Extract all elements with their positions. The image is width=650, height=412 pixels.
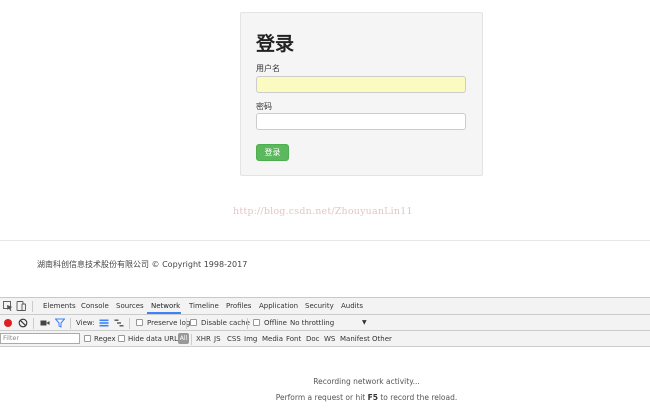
recording-message: Recording network activity... bbox=[313, 377, 420, 386]
filter-type-js[interactable]: JS bbox=[214, 335, 221, 343]
login-title: 登录 bbox=[256, 33, 295, 55]
filter-type-xhr[interactable]: XHR bbox=[196, 335, 211, 343]
password-label: 密码 bbox=[256, 102, 272, 111]
large-rows-icon[interactable] bbox=[99, 318, 109, 328]
hide-data-urls-checkbox[interactable] bbox=[118, 335, 125, 342]
clear-icon[interactable] bbox=[18, 318, 28, 328]
toolbar-separator bbox=[129, 318, 130, 329]
regex-checkbox[interactable] bbox=[84, 335, 91, 342]
regex-label: Regex bbox=[94, 335, 116, 343]
offline-checkbox[interactable] bbox=[253, 319, 260, 326]
toolbar-separator bbox=[70, 318, 71, 329]
active-tab-indicator bbox=[147, 312, 181, 314]
page-viewport: 登录 用户名 密码 登录 http://blog.csdn.net/Zhouyu… bbox=[0, 0, 650, 297]
waterfall-overview-icon[interactable] bbox=[114, 318, 124, 328]
username-input[interactable] bbox=[256, 76, 466, 93]
disable-cache-label: Disable cache bbox=[201, 319, 250, 327]
filter-type-manifest[interactable]: Manifest bbox=[340, 335, 370, 343]
login-panel: 登录 用户名 密码 登录 bbox=[240, 12, 483, 176]
network-toolbar: View: Preserve log Disable cache Offline… bbox=[0, 315, 650, 331]
tab-elements[interactable]: Elements bbox=[43, 302, 76, 310]
reload-hint: Perform a request or hit F5 to record th… bbox=[0, 393, 650, 402]
toolbar-separator bbox=[186, 318, 187, 329]
record-icon[interactable] bbox=[4, 319, 12, 327]
login-button[interactable]: 登录 bbox=[256, 144, 289, 161]
toolbar-separator bbox=[32, 301, 33, 312]
filter-type-font[interactable]: Font bbox=[286, 335, 301, 343]
capture-screenshots-icon[interactable] bbox=[40, 318, 50, 328]
chevron-down-icon[interactable]: ▼ bbox=[362, 319, 367, 326]
filter-input[interactable]: Filter bbox=[0, 333, 80, 344]
reload-hint-prefix: Perform a request or hit bbox=[275, 393, 368, 402]
filter-type-img[interactable]: Img bbox=[244, 335, 257, 343]
inspect-element-icon[interactable] bbox=[3, 301, 13, 311]
disable-cache-checkbox[interactable] bbox=[190, 319, 197, 326]
username-label: 用户名 bbox=[256, 64, 280, 73]
filter-icon[interactable] bbox=[55, 318, 65, 328]
view-label: View: bbox=[76, 319, 95, 327]
tab-audits[interactable]: Audits bbox=[341, 302, 363, 310]
device-toolbar-icon[interactable] bbox=[16, 301, 26, 311]
devtools-tabbar: Elements Console Sources Network Timelin… bbox=[0, 298, 650, 315]
watermark: http://blog.csdn.net/ZhouyuanLin11 bbox=[233, 206, 413, 217]
offline-label: Offline bbox=[264, 319, 287, 327]
preserve-log-checkbox[interactable] bbox=[136, 319, 143, 326]
tab-network[interactable]: Network bbox=[151, 302, 180, 310]
tab-application[interactable]: Application bbox=[259, 302, 298, 310]
toolbar-separator bbox=[247, 318, 248, 329]
footer-copyright: 湖南科创信息技术股份有限公司 © Copyright 1998-2017 bbox=[37, 260, 248, 269]
footer-divider bbox=[0, 240, 650, 241]
filter-type-other[interactable]: Other bbox=[372, 335, 392, 343]
tab-security[interactable]: Security bbox=[305, 302, 334, 310]
throttling-select[interactable]: No throttling bbox=[290, 319, 334, 327]
password-input[interactable] bbox=[256, 113, 466, 130]
reload-hint-suffix: to record the reload. bbox=[377, 393, 458, 402]
filter-type-all[interactable]: All bbox=[178, 333, 189, 344]
hide-data-urls-label: Hide data URLs bbox=[128, 335, 182, 343]
network-filterbar: Filter Regex Hide data URLs All XHR JS C… bbox=[0, 331, 650, 347]
tab-profiles[interactable]: Profiles bbox=[226, 302, 251, 310]
tab-timeline[interactable]: Timeline bbox=[189, 302, 219, 310]
filter-type-media[interactable]: Media bbox=[262, 335, 283, 343]
reload-hint-key: F5 bbox=[367, 393, 378, 402]
tab-console[interactable]: Console bbox=[81, 302, 109, 310]
filter-type-doc[interactable]: Doc bbox=[306, 335, 320, 343]
toolbar-separator bbox=[191, 334, 192, 345]
devtools-panel: Elements Console Sources Network Timelin… bbox=[0, 297, 650, 412]
toolbar-separator bbox=[33, 318, 34, 329]
tab-sources[interactable]: Sources bbox=[116, 302, 144, 310]
preserve-log-label: Preserve log bbox=[147, 319, 191, 327]
filter-type-css[interactable]: CSS bbox=[227, 335, 241, 343]
filter-type-ws[interactable]: WS bbox=[324, 335, 335, 343]
